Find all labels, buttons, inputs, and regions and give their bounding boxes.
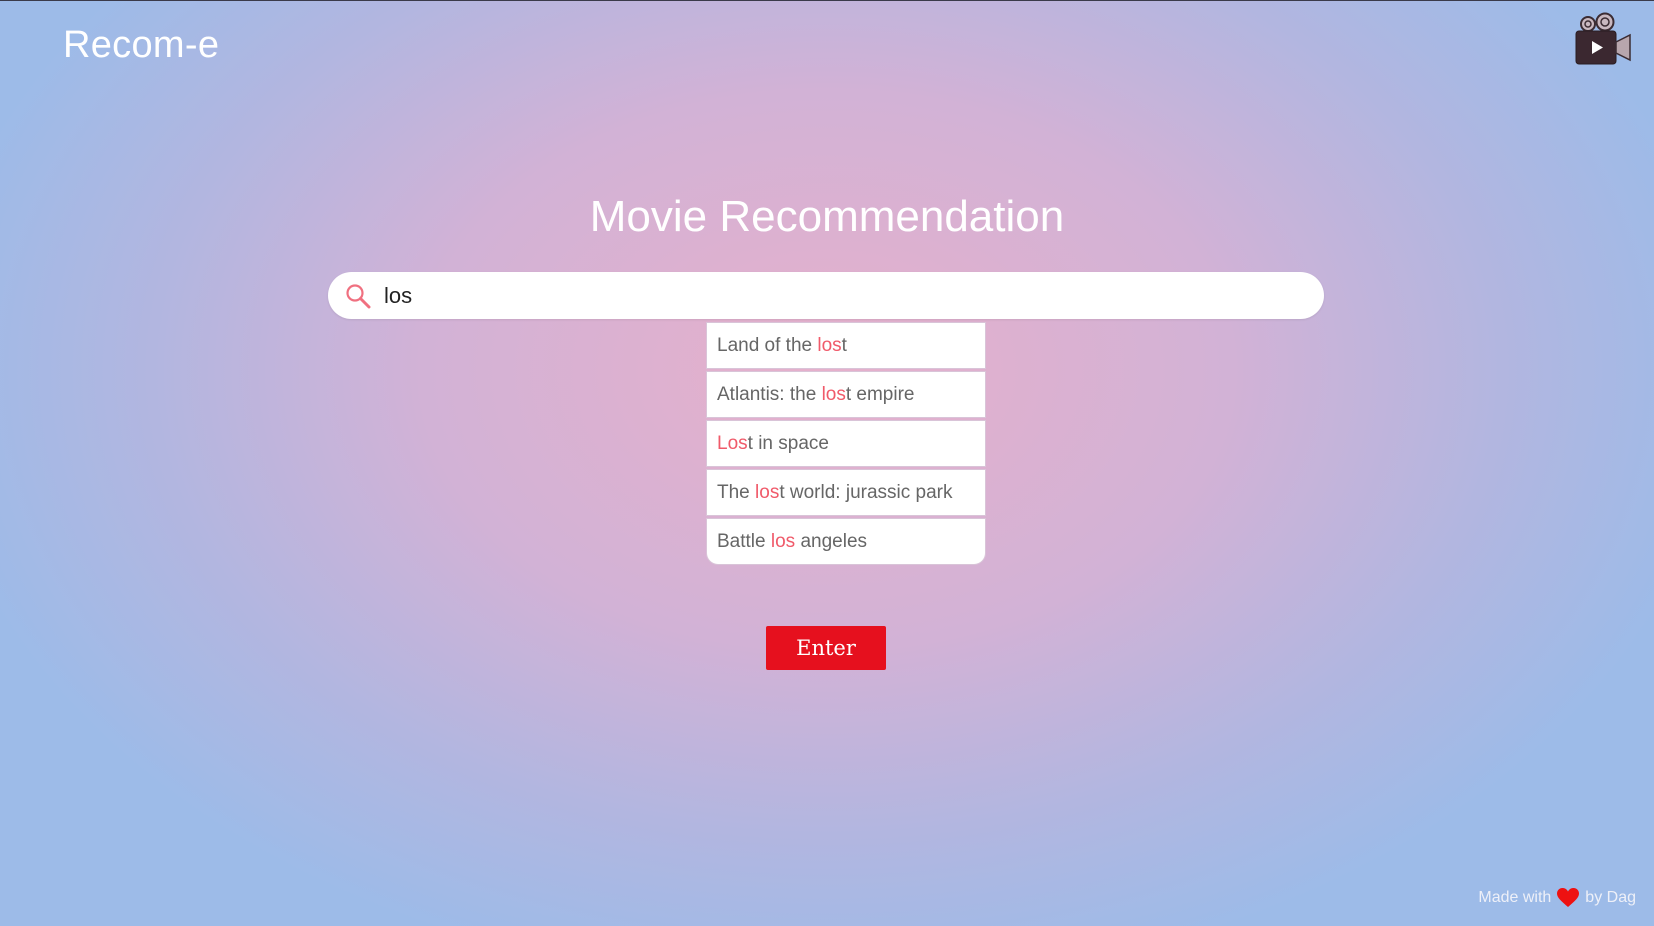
- suggestion-match-highlight: los: [821, 384, 846, 405]
- top-border: [0, 0, 1654, 1]
- suggestion-match-highlight: los: [770, 531, 796, 552]
- suggestion-text-before: Atlantis: the: [717, 384, 822, 405]
- suggestion-item[interactable]: Land of the lost: [706, 322, 986, 369]
- suggestion-text-after: t: [841, 335, 847, 356]
- enter-button[interactable]: Enter: [766, 626, 886, 670]
- suggestion-text-after: t in space: [747, 433, 829, 454]
- suggestion-text-after: angeles: [795, 531, 868, 552]
- suggestion-list: Land of the lost Atlantis: the lost empir…: [706, 322, 986, 567]
- page-title: Movie Recommendation: [589, 192, 1065, 241]
- suggestion-match-highlight: los: [755, 482, 780, 503]
- suggestion-text-after: t world: jurassic park: [779, 482, 953, 503]
- footer-prefix: Made with: [1478, 889, 1552, 906]
- footer-suffix: by Dag: [1585, 889, 1636, 906]
- suggestion-item[interactable]: Battle los angeles: [706, 518, 986, 565]
- search-input[interactable]: [384, 278, 1304, 313]
- footer-credit: Made with by Dag: [1478, 888, 1636, 908]
- heart-icon: [1557, 888, 1580, 907]
- search-icon[interactable]: [345, 283, 371, 309]
- suggestion-text-after: t empire: [845, 384, 915, 405]
- suggestion-match-highlight: los: [817, 335, 842, 356]
- brand-logo-text[interactable]: Recom-e: [63, 24, 219, 67]
- search-bar[interactable]: [328, 272, 1324, 319]
- suggestion-item[interactable]: Atlantis: the lost empire: [706, 371, 986, 418]
- suggestion-item[interactable]: Lost in space: [706, 420, 986, 467]
- suggestion-match-highlight: Los: [717, 433, 748, 454]
- movie-camera-icon: [1575, 12, 1631, 65]
- suggestion-text-before: Battle: [717, 531, 771, 552]
- suggestion-text-before: The: [717, 482, 756, 503]
- suggestion-text-before: Land of the: [717, 335, 818, 356]
- suggestion-item[interactable]: The lost world: jurassic park: [706, 469, 986, 516]
